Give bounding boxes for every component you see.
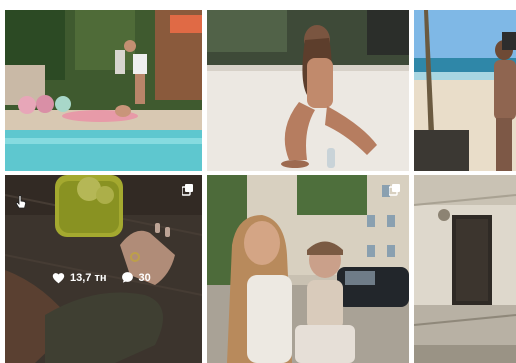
likes-stat: 13,7 тн [52, 272, 107, 284]
comment-bubble-icon [121, 272, 133, 283]
post-stats: 13,7 тн 30 [52, 271, 151, 284]
hand-cursor-icon [15, 195, 27, 214]
heart-icon [52, 272, 65, 283]
hover-overlay [5, 175, 202, 363]
carousel-icon [181, 183, 194, 201]
post-tile-beach-sit[interactable] [207, 10, 409, 171]
profile-posts-grid: 13,7 тн 30 [0, 0, 516, 363]
post-tile-beach-walk[interactable] [414, 10, 516, 171]
post-tile-pool[interactable] [5, 10, 202, 171]
post-tile-street-baby[interactable] [207, 175, 409, 363]
post-image-pool [5, 10, 202, 171]
comments-count: 30 [138, 271, 151, 284]
post-tile-building[interactable] [414, 175, 516, 363]
comments-stat: 30 [121, 271, 151, 284]
post-image-beach-walk [414, 10, 516, 171]
post-image-street-baby [207, 175, 409, 363]
post-image-beach-sit [207, 10, 409, 171]
carousel-icon [388, 183, 401, 201]
post-image-building [414, 175, 516, 363]
post-tile-drink-hand[interactable]: 13,7 тн 30 [5, 175, 202, 363]
likes-count: 13,7 тн [70, 271, 107, 284]
